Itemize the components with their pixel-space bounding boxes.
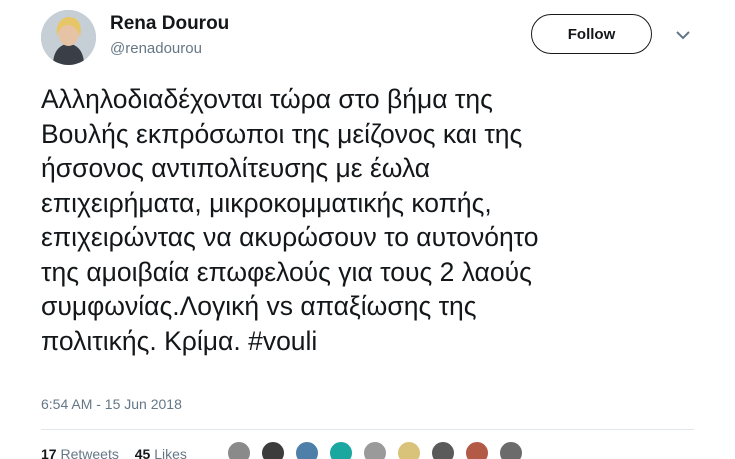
tweet-line: ήσσονος αντιπολίτευσης με έωλα <box>41 153 431 183</box>
user-handle[interactable]: @renadourou <box>110 40 202 57</box>
retweets-count: 17 <box>41 446 57 459</box>
tweet-line: της αμοιβαία επωφελούς για τους 2 λαούς <box>41 256 532 287</box>
likes-label: Likes <box>154 446 187 459</box>
liker-avatar[interactable] <box>329 441 353 459</box>
hashtag-link[interactable]: #vouli <box>248 326 317 356</box>
liker-avatar[interactable] <box>465 441 489 459</box>
likes-count: 45 <box>134 446 151 459</box>
retweets-label: Retweets <box>60 446 119 459</box>
avatar-photo <box>41 10 96 65</box>
tweet-line: επιχειρήματα, μικροκομματικής κοπής, <box>41 187 492 218</box>
tweet-text: Αλληλοδιαδέχονται τώρα στο βήμα της Βουλ… <box>41 82 721 358</box>
chevron-down-icon[interactable] <box>675 28 691 40</box>
tweet-line-last: πολιτικής. Κρίμα. #vouli <box>41 324 721 359</box>
tweet-stats: 17 Retweets 45 Likes <box>41 446 199 459</box>
tweet-timestamp[interactable]: 6:54 AM - 15 Jun 2018 <box>41 396 182 412</box>
avatar[interactable] <box>41 10 96 65</box>
display-name[interactable]: Rena Dourou <box>110 13 229 35</box>
liker-avatar[interactable] <box>295 441 319 459</box>
divider <box>41 429 694 430</box>
likes-stat[interactable]: 45 Likes <box>135 446 187 459</box>
tweet-line: Αλληλοδιαδέχονται τώρα στο βήμα της <box>41 84 493 114</box>
tweet-line: πολιτικής. Κρίμα. <box>41 325 249 356</box>
retweets-stat[interactable]: 17 Retweets <box>41 446 119 459</box>
liker-avatar[interactable] <box>227 441 251 459</box>
liker-avatar[interactable] <box>261 441 285 459</box>
tweet-line: επιχειρώντας να ακυρώσουν το αυτονόητο <box>41 222 539 252</box>
liker-avatar[interactable] <box>499 441 523 459</box>
liker-avatar[interactable] <box>397 441 421 459</box>
follow-button[interactable]: Follow <box>531 14 652 54</box>
liker-avatar[interactable] <box>363 441 387 459</box>
tweet-line: συμφωνίας.Λογική vs απαξίωσης της <box>41 291 477 321</box>
tweet-line: Βουλής εκπρόσωποι της μείζονος και της <box>41 118 523 149</box>
liker-avatar[interactable] <box>431 441 455 459</box>
